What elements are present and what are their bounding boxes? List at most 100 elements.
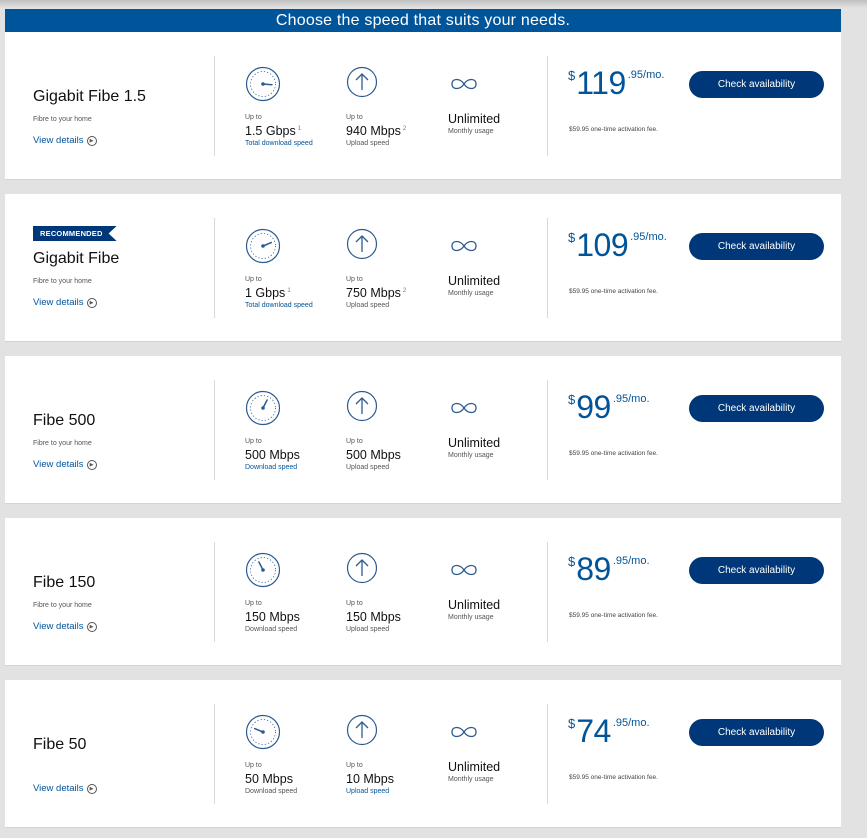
view-details-link[interactable]: View details ▶ (33, 297, 97, 308)
divider (214, 218, 215, 318)
plan-price: $ 99 .95/mo. (568, 390, 650, 424)
price-dollars: 119 (576, 65, 626, 101)
check-availability-button[interactable]: Check availability (689, 557, 824, 584)
upload-feature: Up to 940 Mbps 2 Upload speed (346, 66, 446, 147)
play-circle-icon: ▶ (86, 297, 97, 308)
download-feature: Up to 1 Gbps 1 Total download speed (245, 228, 345, 309)
upload-label[interactable]: Upload speed (346, 788, 446, 795)
download-up-to: Up to (245, 276, 262, 283)
divider (214, 56, 215, 156)
infinity-icon (451, 78, 477, 90)
price-cents: .95/mo. (612, 717, 650, 729)
upload-up-to: Up to (346, 276, 363, 283)
download-feature: Up to 500 Mbps Download speed (245, 390, 345, 471)
usage-label: Monthly usage (448, 452, 494, 459)
download-value: 1.5 Gbps 1 (245, 124, 302, 138)
download-label[interactable]: Total download speed (245, 302, 345, 309)
download-label[interactable]: Download speed (245, 464, 345, 471)
infinity-icon (451, 726, 477, 738)
upload-up-to: Up to (346, 438, 363, 445)
price-currency: $ (568, 716, 576, 731)
price-cents: .95/mo. (630, 231, 667, 243)
plan-price: $ 74 .95/mo. (568, 714, 650, 748)
arrow-up-circle-icon (346, 228, 378, 260)
play-circle-icon: ▶ (86, 783, 97, 794)
usage-value: Unlimited (448, 598, 501, 612)
upload-up-to: Up to (346, 600, 363, 607)
plan-subtitle: Fibre to your home (33, 440, 92, 447)
check-availability-button[interactable]: Check availability (689, 719, 824, 746)
speed-banner: Choose the speed that suits your needs. (5, 9, 841, 32)
check-availability-button[interactable]: Check availability (689, 395, 824, 422)
divider (547, 704, 548, 804)
view-details-label: View details (33, 135, 84, 146)
upload-feature: Up to 750 Mbps 2 Upload speed (346, 228, 446, 309)
price-currency: $ (568, 230, 576, 245)
speedometer-icon (245, 552, 281, 588)
plan-name: Fibe 500 (33, 412, 96, 429)
speedometer-icon (245, 228, 281, 264)
plan-price: $ 119 .95/mo. (568, 66, 664, 100)
check-availability-button[interactable]: Check availability (689, 71, 824, 98)
divider (214, 704, 215, 804)
view-details-link[interactable]: View details ▶ (33, 459, 97, 470)
upload-feature: Up to 10 Mbps Upload speed (346, 714, 446, 795)
view-details-link[interactable]: View details ▶ (33, 621, 97, 632)
download-up-to: Up to (245, 438, 262, 445)
arrow-up-circle-icon (346, 66, 378, 98)
download-up-to: Up to (245, 600, 262, 607)
download-feature: Up to 1.5 Gbps 1 Total download speed (245, 66, 345, 147)
page-top-edge (0, 0, 867, 8)
usage-value: Unlimited (448, 436, 501, 450)
price-dollars: 109 (576, 227, 629, 263)
upload-feature: Up to 500 Mbps Upload speed (346, 390, 446, 471)
view-details-link[interactable]: View details ▶ (33, 783, 97, 794)
usage-label: Monthly usage (448, 614, 494, 621)
download-value: 50 Mbps (245, 772, 293, 786)
plan-card: Fibe 150 Fibre to your home View details… (5, 518, 841, 666)
price-cents: .95/mo. (627, 69, 665, 81)
usage-feature: Unlimited Monthly usage (448, 390, 548, 459)
download-up-to: Up to (245, 762, 262, 769)
plan-subtitle: Fibre to your home (33, 116, 92, 123)
plan-name: Gigabit Fibe (33, 250, 120, 267)
view-details-label: View details (33, 783, 84, 794)
usage-value: Unlimited (448, 112, 501, 126)
upload-label: Upload speed (346, 302, 390, 309)
download-feature: Up to 150 Mbps Download speed (245, 552, 345, 633)
price-dollars: 99 (576, 389, 611, 425)
infinity-icon (451, 240, 477, 252)
price-cents: .95/mo. (612, 555, 650, 567)
upload-value: 150 Mbps (346, 610, 401, 624)
price-cents: .95/mo. (612, 393, 650, 405)
upload-feature: Up to 150 Mbps Upload speed (346, 552, 446, 633)
usage-label: Monthly usage (448, 290, 494, 297)
usage-value: Unlimited (448, 760, 501, 774)
upload-up-to: Up to (346, 114, 363, 121)
divider (214, 542, 215, 642)
download-label: Download speed (245, 788, 298, 795)
plan-subtitle: Fibre to your home (33, 278, 92, 285)
download-label[interactable]: Total download speed (245, 140, 345, 147)
activation-fee: $59.95 one-time activation fee. (569, 612, 658, 619)
upload-label: Upload speed (346, 626, 390, 633)
check-availability-button[interactable]: Check availability (689, 233, 824, 260)
upload-value: 940 Mbps 2 (346, 124, 407, 138)
upload-value: 750 Mbps 2 (346, 286, 407, 300)
recommended-badge: RECOMMENDED (33, 226, 117, 241)
divider (547, 218, 548, 318)
arrow-up-circle-icon (346, 714, 378, 746)
download-value: 1 Gbps 1 (245, 286, 291, 300)
upload-up-to: Up to (346, 762, 363, 769)
activation-fee: $59.95 one-time activation fee. (569, 450, 658, 457)
upload-value: 10 Mbps (346, 772, 394, 786)
arrow-up-circle-icon (346, 552, 378, 584)
view-details-link[interactable]: View details ▶ (33, 135, 97, 146)
activation-fee: $59.95 one-time activation fee. (569, 288, 658, 295)
plan-card: Fibe 500 Fibre to your home View details… (5, 356, 841, 504)
view-details-label: View details (33, 621, 84, 632)
plan-name: Fibe 150 (33, 574, 96, 591)
activation-fee: $59.95 one-time activation fee. (569, 774, 658, 781)
view-details-label: View details (33, 297, 84, 308)
play-circle-icon: ▶ (86, 621, 97, 632)
